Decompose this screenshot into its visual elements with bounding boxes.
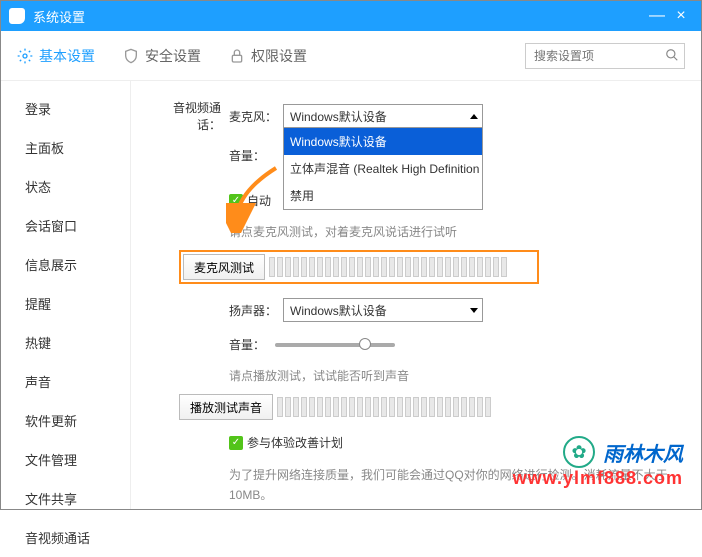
tab-security[interactable]: 安全设置 (123, 46, 201, 66)
sidebar-item-remind[interactable]: 提醒 (1, 284, 130, 323)
mic-select-value: Windows默认设备 (290, 108, 387, 125)
speaker-level-meter (277, 394, 539, 420)
window-title: 系统设置 (33, 7, 645, 26)
close-button[interactable]: × (669, 4, 693, 28)
speaker-select-value: Windows默认设备 (290, 302, 387, 319)
sidebar-item-file[interactable]: 文件管理 (1, 440, 130, 479)
search-input[interactable] (525, 43, 685, 69)
chevron-down-icon (470, 308, 478, 313)
feedback-checkbox[interactable] (229, 436, 243, 450)
search-wrap (525, 43, 685, 69)
app-logo (9, 8, 25, 24)
mic-test-hint: 请点麦克风测试，对着麦克风说话进行试听 (229, 223, 681, 240)
mic-option-default[interactable]: Windows默认设备 (284, 128, 482, 155)
sidebar-item-sound[interactable]: 声音 (1, 362, 130, 401)
sidebar-item-chat[interactable]: 会话窗口 (1, 206, 130, 245)
top-tabs: 基本设置 安全设置 权限设置 (1, 31, 701, 81)
speaker-select[interactable]: Windows默认设备 (283, 298, 483, 322)
auto-adjust-checkbox[interactable] (229, 194, 243, 208)
watermark-url: www.ylmf888.com (513, 468, 683, 489)
watermark: ✿ 雨林木风 www.ylmf888.com (513, 436, 683, 489)
mic-option-disable[interactable]: 禁用 (284, 182, 482, 209)
mic-select[interactable]: Windows默认设备 (283, 104, 483, 128)
speaker-test-hint: 请点播放测试，试试能否听到声音 (229, 367, 681, 384)
search-icon (665, 48, 679, 65)
speaker-volume-slider[interactable] (275, 343, 395, 347)
tab-security-label: 安全设置 (145, 46, 201, 66)
sidebar-item-av[interactable]: 音视频通话 (1, 518, 130, 557)
section-label: 音视频通话： (151, 99, 221, 133)
speaker-test-button[interactable]: 播放测试声音 (179, 394, 273, 420)
volume2-label: 音量： (229, 336, 265, 353)
sidebar-item-info[interactable]: 信息展示 (1, 245, 130, 284)
shield-icon (123, 48, 139, 64)
mic-test-button[interactable]: 麦克风测试 (183, 254, 265, 280)
sidebar-item-fileshare[interactable]: 文件共享 (1, 479, 130, 518)
tab-basic-label: 基本设置 (39, 46, 95, 66)
minimize-button[interactable]: — (645, 4, 669, 28)
slider-thumb[interactable] (359, 338, 371, 350)
titlebar: 系统设置 — × (1, 1, 701, 31)
sidebar-item-status[interactable]: 状态 (1, 167, 130, 206)
sidebar-item-update[interactable]: 软件更新 (1, 401, 130, 440)
sidebar: 登录 主面板 状态 会话窗口 信息展示 提醒 热键 声音 软件更新 文件管理 文… (1, 81, 131, 509)
feedback-label: 参与体验改善计划 (247, 434, 343, 451)
mic-level-meter (269, 254, 535, 280)
mic-option-stereo[interactable]: 立体声混音 (Realtek High Definition (284, 155, 482, 182)
mic-test-box: 麦克风测试 (179, 250, 539, 284)
auto-adjust-label: 自动 (247, 192, 271, 209)
mic-select-wrap: Windows默认设备 Windows默认设备 立体声混音 (Realtek H… (283, 104, 483, 128)
mic-dropdown: Windows默认设备 立体声混音 (Realtek High Definiti… (283, 127, 483, 210)
brand-text: 雨林木风 (603, 438, 683, 467)
brand-icon: ✿ (563, 436, 595, 468)
tab-basic[interactable]: 基本设置 (17, 46, 95, 66)
sidebar-item-mainpanel[interactable]: 主面板 (1, 128, 130, 167)
volume-label: 音量： (229, 147, 265, 164)
sidebar-item-hotkey[interactable]: 热键 (1, 323, 130, 362)
tab-permission[interactable]: 权限设置 (229, 46, 307, 66)
speaker-test-box: 播放测试声音 (179, 394, 539, 420)
gear-icon (17, 48, 33, 64)
sidebar-item-login[interactable]: 登录 (1, 89, 130, 128)
mic-label: 麦克风： (229, 108, 277, 125)
lock-icon (229, 48, 245, 64)
chevron-up-icon (470, 114, 478, 119)
tab-permission-label: 权限设置 (251, 46, 307, 66)
speaker-label: 扬声器： (229, 302, 277, 319)
